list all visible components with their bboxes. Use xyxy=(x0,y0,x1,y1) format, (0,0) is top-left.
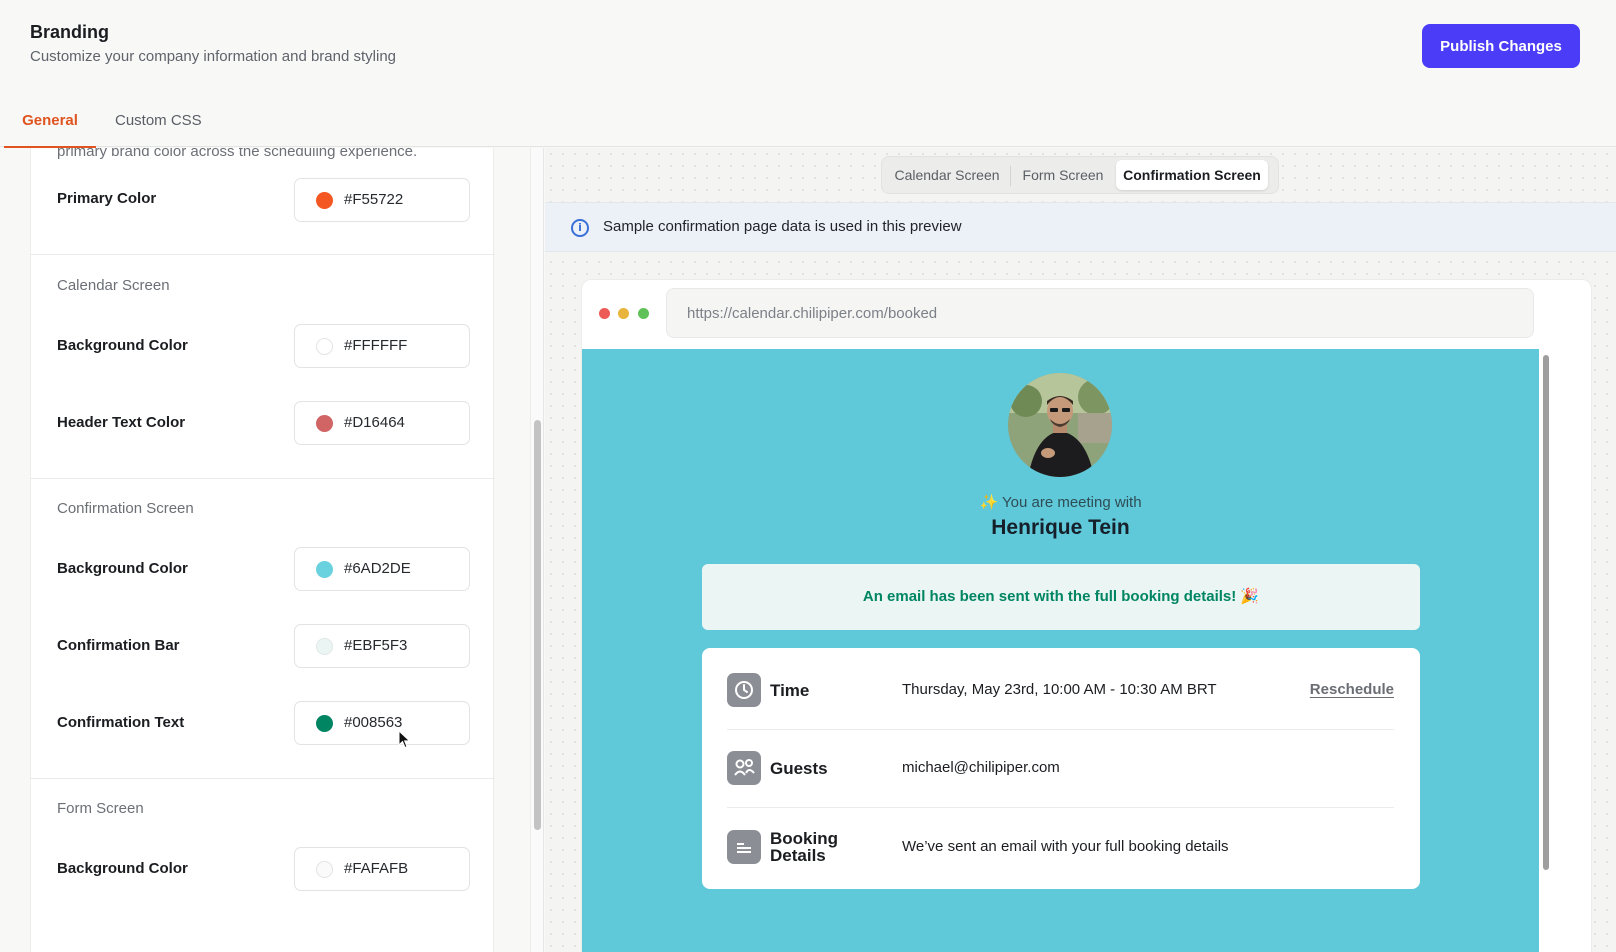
settings-panel: primary brand color across the schedulin… xyxy=(0,148,530,952)
calendar-background-color-label: Background Color xyxy=(57,337,188,354)
booking-details-label-line1: Booking xyxy=(770,829,838,848)
divider xyxy=(31,478,495,479)
calendar-background-color-input[interactable]: #FFFFFF xyxy=(294,324,470,368)
meeting-with-text: ✨ You are meeting with xyxy=(979,494,1142,511)
time-row: Time Thursday, May 23rd, 10:00 AM - 10:3… xyxy=(727,673,1394,707)
details-icon xyxy=(727,830,761,864)
color-swatch xyxy=(316,192,333,209)
tab-confirmation-screen[interactable]: Confirmation Screen xyxy=(1116,160,1268,190)
time-label: Time xyxy=(770,681,810,700)
url-text: https://calendar.chilipiper.com/booked xyxy=(687,305,938,322)
settings-card: primary brand color across the schedulin… xyxy=(30,148,495,952)
confirmation-background-color-input[interactable]: #6AD2DE xyxy=(294,547,470,591)
primary-color-label: Primary Color xyxy=(57,190,157,207)
clock-icon xyxy=(727,673,761,707)
browser-preview-window: https://calendar.chilipiper.com/booked ✨… xyxy=(581,279,1592,952)
confirmation-bar: An email has been sent with the full boo… xyxy=(702,564,1420,630)
guests-row: Guests michael@chilipiper.com xyxy=(727,751,1394,785)
tab-form-screen[interactable]: Form Screen xyxy=(1012,160,1114,190)
confirmation-background-color-label: Background Color xyxy=(57,560,188,577)
divider xyxy=(1010,166,1011,186)
confirmation-page: ✨ You are meeting with Henrique Tein An … xyxy=(582,349,1539,952)
page-title: Branding xyxy=(30,22,109,42)
divider xyxy=(31,254,495,255)
divider xyxy=(727,807,1394,808)
mouse-cursor-icon xyxy=(398,730,411,749)
guests-value: michael@chilipiper.com xyxy=(902,759,1060,776)
color-hex-value: #FAFAFB xyxy=(344,860,409,877)
confirmation-bar-color-label: Confirmation Bar xyxy=(57,637,180,654)
reschedule-link[interactable]: Reschedule xyxy=(1310,681,1394,698)
color-hex-value: #FFFFFF xyxy=(344,337,408,354)
confirmation-bar-color-input[interactable]: #EBF5F3 xyxy=(294,624,470,668)
window-minimize-dot xyxy=(618,308,629,319)
settings-scrollbar[interactable] xyxy=(530,148,544,952)
tab-general[interactable]: General xyxy=(4,112,96,148)
url-bar: https://calendar.chilipiper.com/booked xyxy=(666,288,1534,338)
color-swatch xyxy=(316,638,333,655)
preview-screen-switcher: Calendar Screen Form Screen Confirmation… xyxy=(881,156,1279,194)
tab-calendar-screen[interactable]: Calendar Screen xyxy=(886,160,1008,190)
form-screen-section-title: Form Screen xyxy=(57,800,144,817)
avatar xyxy=(1008,373,1112,477)
preview-scrollbar[interactable] xyxy=(1543,355,1549,870)
page-header: Branding Customize your company informat… xyxy=(0,0,1616,100)
window-close-dot xyxy=(599,308,610,319)
section-description: primary brand color across the schedulin… xyxy=(57,148,418,160)
color-hex-value: #008563 xyxy=(344,714,403,731)
booking-details-row: Booking Details We’ve sent an email with… xyxy=(727,829,1394,865)
form-background-color-label: Background Color xyxy=(57,860,188,877)
color-swatch xyxy=(316,338,333,355)
divider xyxy=(31,778,495,779)
guests-label: Guests xyxy=(770,759,828,778)
color-hex-value: #6AD2DE xyxy=(344,560,411,577)
divider xyxy=(727,729,1394,730)
color-swatch xyxy=(316,561,333,578)
confirmation-text-color-label: Confirmation Text xyxy=(57,714,185,731)
booking-details-card: Time Thursday, May 23rd, 10:00 AM - 10:3… xyxy=(702,648,1420,889)
booking-details-label-line2: Details xyxy=(770,846,826,865)
color-hex-value: #EBF5F3 xyxy=(344,637,408,654)
color-hex-value: #D16464 xyxy=(344,414,405,431)
publish-changes-button[interactable]: Publish Changes xyxy=(1422,24,1580,68)
info-banner-text: Sample confirmation page data is used in… xyxy=(603,218,962,235)
primary-color-input[interactable]: #F55722 xyxy=(294,178,470,222)
time-value: Thursday, May 23rd, 10:00 AM - 10:30 AM … xyxy=(902,681,1217,698)
window-maximize-dot xyxy=(638,308,649,319)
scrollbar-thumb[interactable] xyxy=(534,420,541,830)
settings-tabs: General Custom CSS xyxy=(0,100,1616,148)
color-swatch xyxy=(316,861,333,878)
confirmation-screen-section-title: Confirmation Screen xyxy=(57,500,194,517)
page-subtitle: Customize your company information and b… xyxy=(30,48,397,65)
form-background-color-input[interactable]: #FAFAFB xyxy=(294,847,470,891)
info-icon: i xyxy=(571,219,589,237)
color-swatch xyxy=(316,715,333,732)
guests-icon xyxy=(727,751,761,785)
header-text-color-input[interactable]: #D16464 xyxy=(294,401,470,445)
confirmation-text-color-input[interactable]: #008563 xyxy=(294,701,470,745)
info-banner: i Sample confirmation page data is used … xyxy=(545,202,1616,252)
booking-details-value: We’ve sent an email with your full booki… xyxy=(902,838,1229,855)
preview-panel: Calendar Screen Form Screen Confirmation… xyxy=(545,148,1616,952)
host-name: Henrique Tein xyxy=(991,516,1130,539)
header-text-color-label: Header Text Color xyxy=(57,414,186,431)
color-hex-value: #F55722 xyxy=(344,191,404,208)
tab-custom-css[interactable]: Custom CSS xyxy=(115,112,202,147)
calendar-screen-section-title: Calendar Screen xyxy=(57,277,170,294)
color-swatch xyxy=(316,415,333,432)
